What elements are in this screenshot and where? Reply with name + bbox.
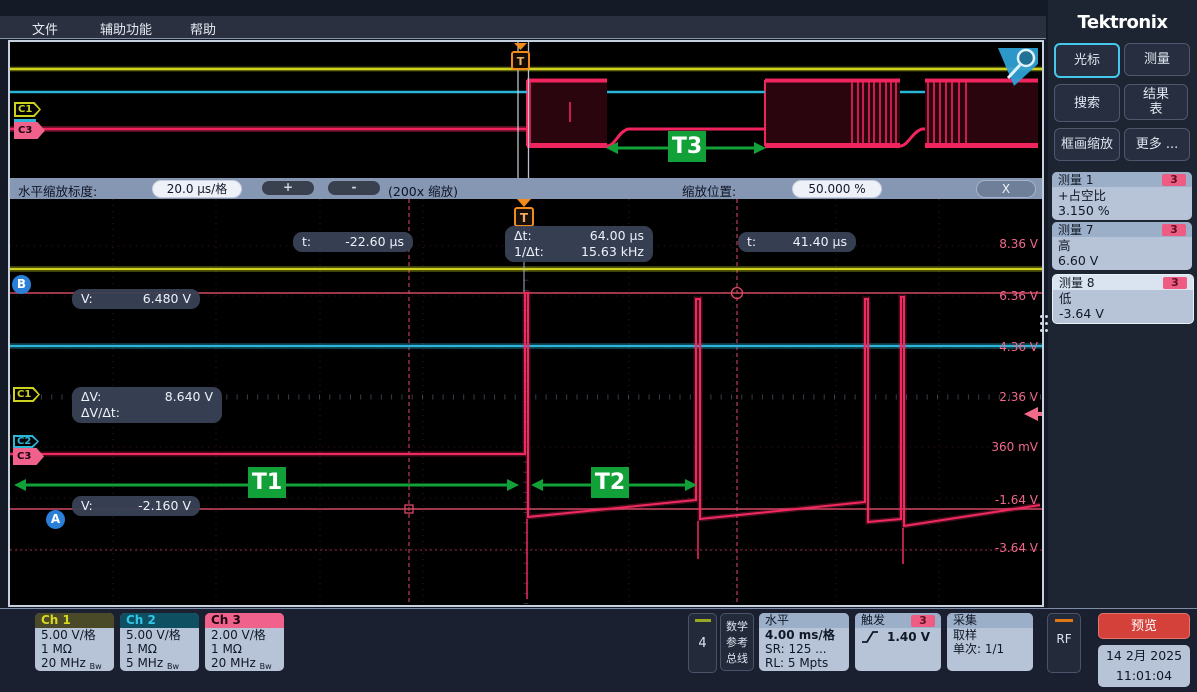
cursor-a-volt-readout[interactable]: V: -2.160 V (72, 496, 200, 516)
rf-label: RF (1048, 632, 1080, 646)
more-button[interactable]: 更多 ... (1124, 128, 1190, 161)
horizontal-badge-card[interactable]: 水平 4.00 ms/格 SR: 125 ... RL: 5 Mpts (759, 613, 849, 671)
measurement-name: +占空比 (1058, 188, 1186, 203)
zoom-position-value[interactable]: 50.000 % (792, 180, 882, 198)
source-badge: 3 (1162, 174, 1186, 186)
horizontal-scale: 4.00 ms/格 (765, 628, 843, 642)
ch2-impedance: 1 MΩ (126, 642, 193, 656)
cursor-b-volt-readout[interactable]: V: 6.480 V (72, 289, 200, 309)
cursor-a-badge[interactable]: A (46, 510, 65, 529)
measurement-card-1[interactable]: 测量 1 3 +占空比 3.150 % (1052, 172, 1192, 220)
measurement-card-7[interactable]: 测量 7 3 高 6.60 V (1052, 222, 1192, 270)
add-channel-button[interactable]: 4 (688, 613, 717, 673)
tektronix-logo: Tektronix (1048, 12, 1197, 33)
overview-trigger-label: T (517, 55, 525, 68)
zoom-close-button[interactable]: X (976, 180, 1036, 198)
date-label: 14 2月 2025 (1098, 646, 1190, 666)
zoom-scale-value[interactable]: 20.0 µs/格 (152, 180, 242, 198)
cursors-button[interactable]: 光标 (1054, 43, 1120, 78)
ch1-impedance: 1 MΩ (41, 642, 108, 656)
cursor-delta-v-readout[interactable]: ΔV: 8.640 V ΔV/Δt: (72, 387, 222, 423)
bottom-bar: Ch 1 5.00 V/格 1 MΩ 20 MHz Bw Ch 2 5.00 V… (0, 608, 1197, 692)
menu-file[interactable]: 文件 (32, 19, 58, 38)
panel-drag-handle[interactable] (1040, 315, 1048, 341)
ch3-badge-card[interactable]: Ch 3 2.00 V/格 1 MΩ 20 MHz Bw (205, 613, 284, 671)
sidebar: Tektronix 光标 测量 搜索 结果 表 框画缩放 更多 ... 测量 1… (1048, 0, 1197, 692)
acquisition-mode: 取样 (953, 628, 1027, 642)
zoom-box-button[interactable]: 框画缩放 (1054, 128, 1120, 161)
main-trigger-label: T (520, 211, 529, 225)
ch1-scale: 5.00 V/格 (41, 628, 108, 642)
add-channel-label: 4 (689, 636, 716, 651)
scale-label-2: 4.36 V (968, 340, 1038, 354)
zoom-scale-bar: 水平缩放标度: 20.0 µs/格 + - (200x 缩放) 缩放位置: 50… (10, 178, 1042, 199)
scale-label-6: -3.64 V (968, 541, 1038, 555)
scale-label-4: 360 mV (968, 440, 1038, 454)
measurement-value: 3.150 % (1058, 203, 1186, 218)
menu-utility[interactable]: 辅助功能 (100, 19, 152, 38)
cursor-a-time-readout[interactable]: t: -22.60 µs (293, 232, 413, 252)
zoom-pane[interactable]: T t: -22.60 µs Δt: 64.00 µs 1/Δt: 15.63 … (10, 199, 1042, 605)
trigger-source-badge: 3 (911, 615, 935, 627)
overview-waveforms: T (10, 42, 1042, 178)
search-button[interactable]: 搜索 (1054, 84, 1120, 122)
zoom-out-button[interactable]: - (328, 181, 380, 195)
cursor-b-badge[interactable]: B (12, 275, 31, 294)
ch1-badge-card[interactable]: Ch 1 5.00 V/格 1 MΩ 20 MHz Bw (35, 613, 114, 671)
menu-bar: 文件 辅助功能 帮助 (0, 16, 1046, 39)
acquisition-runs: 单次: 1/1 (953, 642, 1027, 656)
cursor-b-time-readout[interactable]: t: 41.40 µs (738, 232, 856, 252)
ch2-bandwidth: 5 MHz Bw (126, 656, 193, 671)
measurement-value: -3.64 V (1059, 306, 1187, 321)
record-length: RL: 5 Mpts (765, 656, 843, 670)
scale-label-5: -1.64 V (968, 493, 1038, 507)
ch2-badge-card[interactable]: Ch 2 5.00 V/格 1 MΩ 5 MHz Bw (120, 613, 199, 671)
overview-ch2-collapsed-badge[interactable] (14, 119, 36, 122)
cursor-delta-readout[interactable]: Δt: 64.00 µs 1/Δt: 15.63 kHz (505, 226, 653, 262)
t2-marker-label: T2 (591, 467, 629, 498)
scale-label-3: 2.36 V (968, 390, 1038, 404)
math-ref-bus-button[interactable]: 数学 参考 总线 (720, 613, 754, 671)
rf-color-tick (1055, 619, 1073, 622)
measurement-name: 高 (1058, 238, 1186, 253)
measurement-card-8[interactable]: 测量 8 3 低 -3.64 V (1052, 274, 1194, 324)
t3-marker-label: T3 (668, 131, 706, 162)
datetime-display: 14 2月 2025 11:01:04 (1098, 645, 1190, 687)
trigger-badge-card[interactable]: 触发 3 1.40 V (855, 613, 941, 671)
rising-edge-icon (861, 630, 879, 644)
measurement-name: 低 (1059, 291, 1187, 306)
preview-button[interactable]: 预览 (1098, 613, 1190, 639)
rf-button[interactable]: RF (1047, 613, 1081, 673)
zoom-factor-label: (200x 缩放) (388, 181, 458, 200)
scale-label-1: 6.36 V (968, 289, 1038, 303)
sample-rate: SR: 125 ... (765, 642, 843, 656)
zoom-scale-label: 水平缩放标度: (18, 181, 97, 200)
time-label: 11:01:04 (1098, 666, 1190, 686)
ch3-bandwidth: 20 MHz Bw (211, 656, 278, 671)
source-badge: 3 (1162, 224, 1186, 236)
ch2-scale: 5.00 V/格 (126, 628, 193, 642)
trigger-level: 1.40 V (887, 630, 930, 644)
menu-help[interactable]: 帮助 (190, 19, 216, 38)
scale-label-0: 8.36 V (968, 237, 1038, 251)
zoom-position-label: 缩放位置: (682, 181, 736, 200)
trigger-level-arrow[interactable] (1024, 407, 1042, 421)
overview-pane[interactable]: T C1 C3 T3 (10, 42, 1042, 178)
ch3-impedance: 1 MΩ (211, 642, 278, 656)
zoom-in-button[interactable]: + (262, 181, 314, 195)
t1-marker-label: T1 (248, 467, 286, 498)
overview-trigger-marker[interactable]: T (512, 43, 529, 69)
measure-button[interactable]: 测量 (1124, 43, 1190, 76)
acquisition-badge-card[interactable]: 采集 取样 单次: 1/1 (947, 613, 1033, 671)
channel-color-tick (695, 619, 711, 622)
results-table-button[interactable]: 结果 表 (1124, 84, 1188, 120)
oscilloscope-screen: 文件 辅助功能 帮助 (0, 0, 1197, 692)
ch1-bandwidth: 20 MHz Bw (41, 656, 108, 671)
waveform-display[interactable]: T C1 C3 T3 水平缩放标度: 20.0 (8, 40, 1044, 607)
source-badge: 3 (1163, 277, 1187, 289)
measurement-value: 6.60 V (1058, 253, 1186, 268)
ch3-scale: 2.00 V/格 (211, 628, 278, 642)
